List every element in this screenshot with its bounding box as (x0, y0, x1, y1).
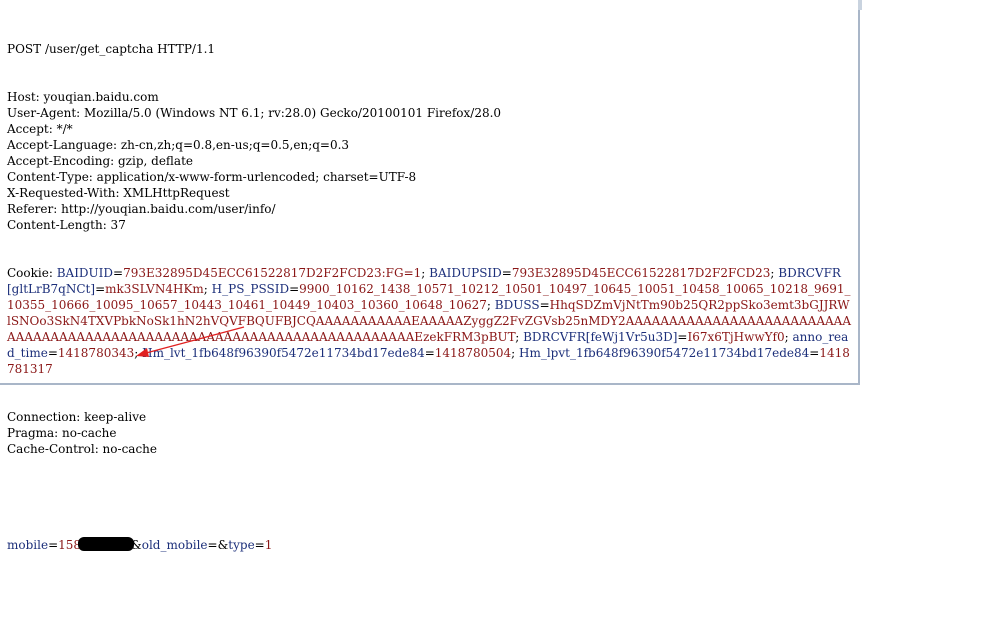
annotation-arrow (136, 326, 245, 357)
annotation-arrow-head (136, 348, 149, 357)
annotation-arrow-line (145, 326, 245, 354)
